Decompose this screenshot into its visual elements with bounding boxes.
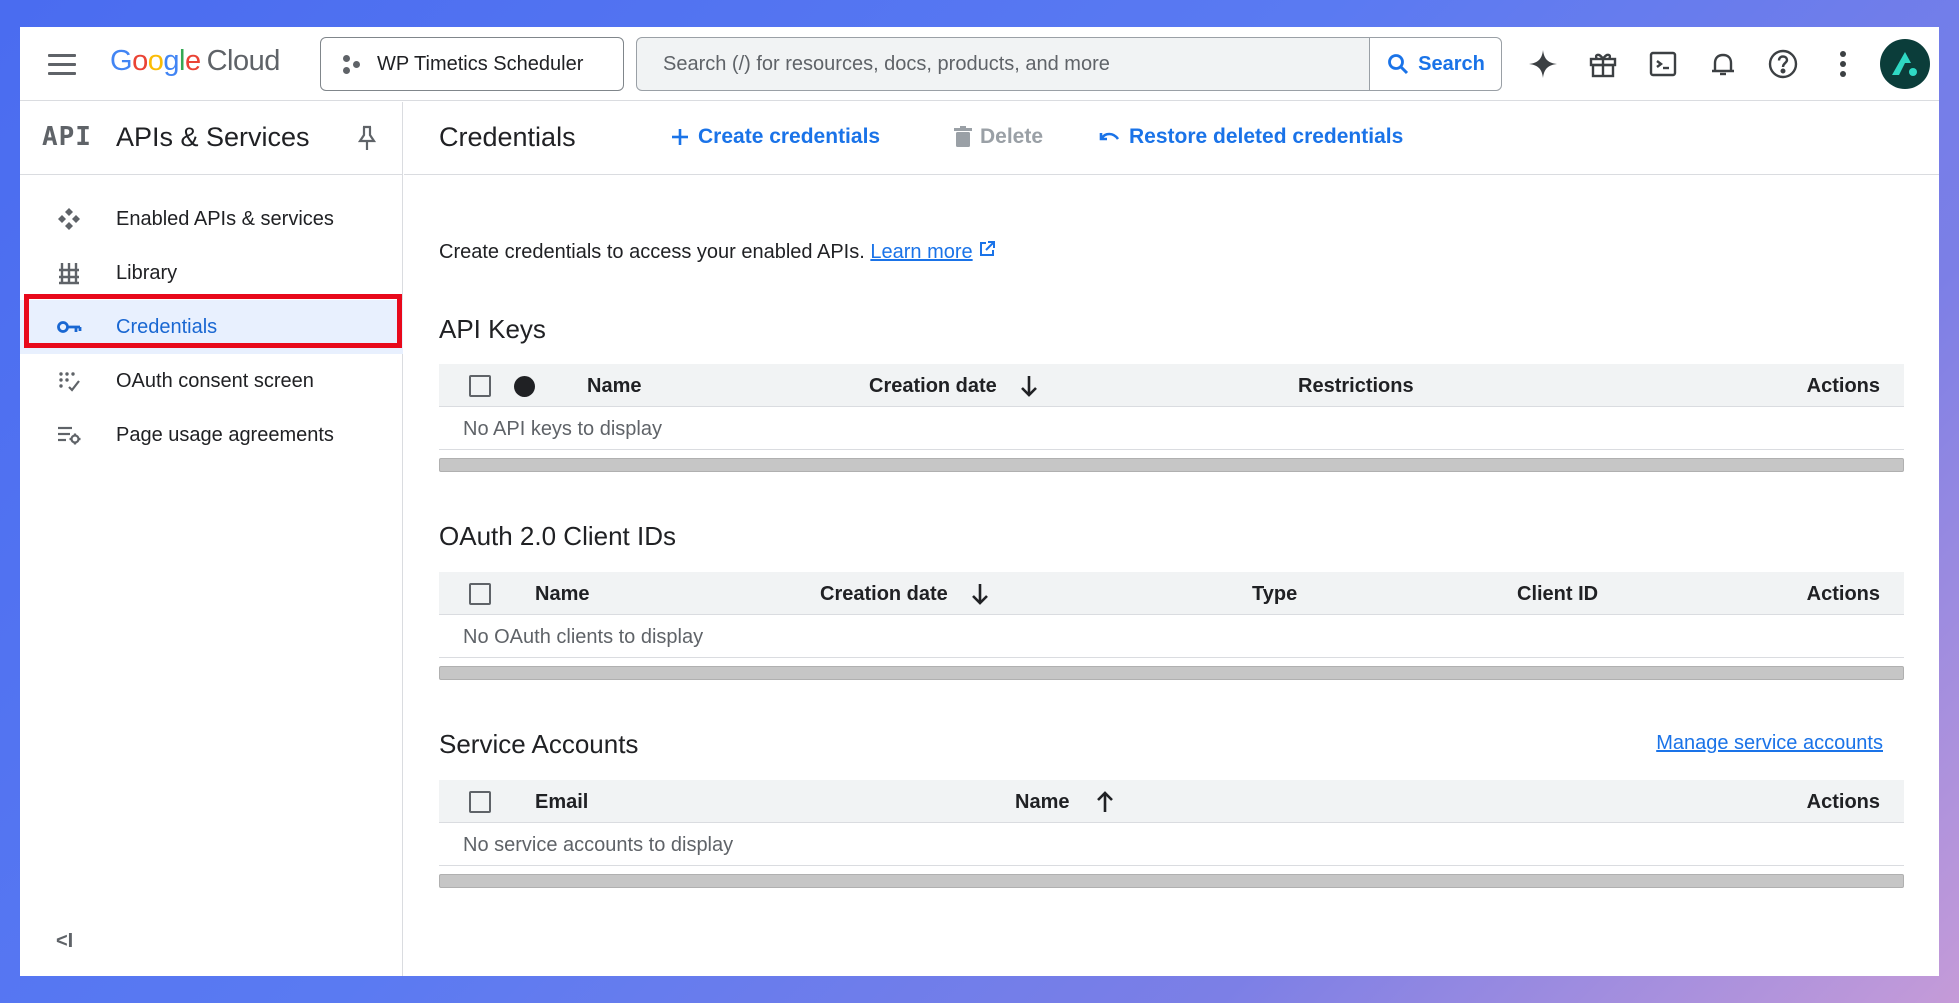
create-credentials-button[interactable]: Create credentials: [670, 125, 880, 149]
undo-icon: [1099, 132, 1120, 141]
project-icon: [341, 53, 363, 75]
restore-deleted-button[interactable]: Restore deleted credentials: [1097, 125, 1403, 149]
column-header[interactable]: Name: [587, 375, 641, 398]
arrow-down-icon[interactable]: [970, 582, 990, 606]
api-badge-icon: API: [42, 122, 92, 152]
gemini-icon[interactable]: [1526, 47, 1560, 81]
service-accounts-table: Email Name Actions No service accounts t…: [439, 780, 1904, 888]
sidebar-item-library[interactable]: Library: [20, 246, 403, 300]
column-header-creation-date[interactable]: Creation date: [820, 583, 948, 606]
action-bar: Credentials Create credentials Delete Re…: [404, 102, 1939, 175]
learn-more-link[interactable]: Learn more: [870, 241, 972, 263]
manage-service-accounts-link[interactable]: Manage service accounts: [1656, 732, 1883, 755]
app-window: Google Cloud WP Timetics Scheduler Search…: [20, 27, 1939, 976]
plus-icon: [672, 129, 688, 145]
main-content: Credentials Create credentials Delete Re…: [404, 102, 1939, 976]
avatar-logo-icon: [1892, 52, 1917, 76]
sidebar-item-oauth-consent[interactable]: OAuth consent screen: [20, 354, 403, 408]
pin-icon[interactable]: [355, 124, 381, 152]
column-header: Actions: [1806, 791, 1880, 813]
sidebar-item-enabled-apis[interactable]: Enabled APIs & services: [20, 192, 403, 246]
column-header-creation-date[interactable]: Creation date: [869, 375, 997, 398]
column-header: Actions: [1806, 583, 1880, 605]
credentials-highlight-box: [24, 294, 402, 348]
api-keys-title: API Keys: [439, 314, 546, 344]
project-picker-button[interactable]: WP Timetics Scheduler: [320, 37, 624, 91]
column-header: Type: [1252, 583, 1298, 605]
search-input[interactable]: Search (/) for resources, docs, products…: [637, 38, 1369, 90]
sidebar-item-label: Library: [116, 261, 178, 284]
column-header[interactable]: Name: [535, 583, 589, 606]
table-header: Name Creation date Restrictions Actions: [439, 364, 1904, 407]
more-vert-icon[interactable]: [1826, 47, 1860, 81]
terminal-icon[interactable]: [1646, 47, 1680, 81]
horizontal-scrollbar[interactable]: [439, 874, 1904, 888]
table-empty-row: No service accounts to display: [439, 823, 1904, 866]
column-header: Actions: [1806, 375, 1880, 397]
search-button-label: Search: [1418, 52, 1485, 75]
apis-icon: [54, 204, 84, 234]
delete-button[interactable]: Delete: [954, 125, 1043, 149]
sidebar-item-label: OAuth consent screen: [116, 369, 314, 392]
column-header: Email: [535, 791, 589, 813]
status-dot-icon: [514, 376, 535, 397]
select-all-checkbox[interactable]: [469, 791, 491, 813]
horizontal-scrollbar[interactable]: [439, 666, 1904, 680]
oauth-clients-title: OAuth 2.0 Client IDs: [439, 521, 676, 551]
page-title: Credentials: [439, 122, 576, 152]
sidebar-title: APIs & Services: [116, 122, 310, 152]
oauth-icon: [54, 366, 84, 396]
collapse-sidebar-icon[interactable]: <I: [56, 930, 73, 953]
settings-list-icon: [54, 420, 84, 450]
column-header-name[interactable]: Name: [1015, 791, 1069, 814]
select-all-checkbox[interactable]: [469, 583, 491, 605]
sidebar-item-label: Page usage agreements: [116, 423, 334, 446]
table-header: Name Creation date Type Client ID Action…: [439, 572, 1904, 615]
table-empty-row: No OAuth clients to display: [439, 615, 1904, 658]
library-icon: [54, 258, 84, 288]
sidebar-item-label: Enabled APIs & services: [116, 207, 334, 230]
project-name: WP Timetics Scheduler: [377, 52, 584, 75]
table-header: Email Name Actions: [439, 780, 1904, 823]
search-bar[interactable]: Search (/) for resources, docs, products…: [636, 37, 1502, 91]
oauth-clients-table: Name Creation date Type Client ID Action…: [439, 572, 1904, 680]
help-icon[interactable]: [1766, 47, 1800, 81]
horizontal-scrollbar[interactable]: [439, 458, 1904, 472]
select-all-checkbox[interactable]: [469, 375, 491, 397]
sidebar-item-page-usage[interactable]: Page usage agreements: [20, 408, 403, 462]
arrow-down-icon[interactable]: [1019, 374, 1039, 398]
intro-text: Create credentials to access your enable…: [439, 240, 996, 264]
sidebar: API APIs & Services Enabled APIs & servi…: [20, 102, 403, 976]
search-icon: [1388, 54, 1409, 75]
trash-icon: [954, 126, 972, 147]
column-header: Restrictions: [1298, 375, 1414, 397]
search-button[interactable]: Search: [1369, 38, 1501, 90]
avatar[interactable]: [1880, 39, 1930, 89]
external-link-icon[interactable]: [978, 240, 996, 258]
arrow-up-icon[interactable]: [1095, 790, 1115, 814]
top-bar: Google Cloud WP Timetics Scheduler Search…: [20, 27, 1939, 101]
gift-icon[interactable]: [1586, 47, 1620, 81]
bell-icon[interactable]: [1706, 47, 1740, 81]
api-keys-table: Name Creation date Restrictions Actions …: [439, 364, 1904, 472]
menu-icon[interactable]: [42, 49, 82, 79]
sidebar-header: API APIs & Services: [20, 102, 402, 175]
google-cloud-logo[interactable]: Google Cloud: [110, 45, 280, 78]
column-header: Client ID: [1517, 583, 1599, 605]
table-empty-row: No API keys to display: [439, 407, 1904, 450]
service-accounts-title: Service Accounts: [439, 729, 639, 759]
